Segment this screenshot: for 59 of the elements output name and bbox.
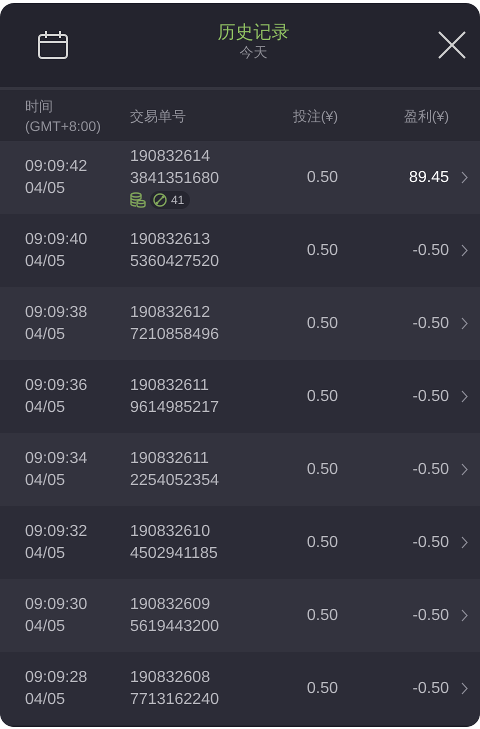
panel-title: 历史记录 [218,21,290,43]
profit-cell: 89.45 [408,168,449,186]
history-row[interactable]: 09:09:36 04/05 190832611 9614985217 0.50 -0.50 [0,360,480,433]
chevron-right-icon [461,390,468,403]
chevron-right-icon [461,171,468,184]
chevron-right-icon [461,536,468,549]
stake-cell: 0.50 [306,534,338,550]
chevron-right-icon [461,244,468,257]
column-header: 投注(¥) [292,108,338,124]
chevron-right-icon [461,609,468,622]
time-cell: 09:09:30 04/05 [25,596,88,634]
stake-cell: 0.50 [306,242,338,258]
profit-cell: -0.50 [412,460,449,478]
order-number: 190832610 4502941185 [130,522,219,564]
order-number: 190832613 5360427520 [130,230,220,272]
order-number: 190832611 9614985217 [130,376,220,418]
profit-cell: -0.50 [412,680,449,696]
stake-cell: 0.50 [306,460,338,478]
time-cell: 09:09:28 04/05 [25,668,88,708]
chevron-right-icon [461,463,468,476]
order-number: 190832614 3841351680 [130,147,220,189]
stake-cell: 0.50 [306,314,338,332]
chevron-right-icon [461,682,468,695]
history-row[interactable]: 09:09:40 04/05 190832613 5360427520 0.50 -0.50 [0,214,480,287]
stake-cell: 0.50 [306,606,338,624]
profit-cell: -0.50 [412,242,449,258]
time-cell: 09:09:38 04/05 [25,304,88,342]
history-row[interactable]: 09:09:28 04/05 190832608 7713162240 0.50 -0.50 [0,652,480,725]
order-number: 190832611 2254052354 [130,448,220,490]
column-header: 盈利(¥) [404,108,449,124]
profit-cell: -0.50 [412,534,449,550]
history-row[interactable]: 09:09:32 04/05 190832610 4502941185 0.50 -0.50 [0,506,480,579]
profit-cell: -0.50 [412,388,449,404]
profit-cell: -0.50 [412,606,449,624]
time-cell: 09:09:36 04/05 [25,376,88,416]
close-icon[interactable] [438,31,466,59]
history-row[interactable]: 09:09:34 04/05 190832611 2254052354 0.50 -0.50 [0,433,480,506]
stake-cell: 0.50 [306,680,338,696]
time-cell: 09:09:40 04/05 [25,230,88,270]
column-header: 交易单号 [130,108,186,124]
order-number: 190832609 5619443200 [130,594,220,636]
chevron-right-icon [461,317,468,330]
dial-icon [153,193,167,207]
order-number: 190832612 7210858496 [130,302,220,344]
time-cell: 09:09:42 04/05 [25,158,88,196]
stake-cell: 0.50 [306,168,338,186]
stake-cell: 0.50 [306,388,338,404]
history-row[interactable]: 09:09:38 04/05 190832612 7210858496 0.50 -0.50 [0,287,480,360]
history-row[interactable]: 09:09:30 04/05 190832609 5619443200 0.50 -0.50 [0,579,480,652]
round-badge: 41 [150,191,190,209]
time-cell: 09:09:34 04/05 [25,450,88,488]
coins-icon [130,192,146,208]
calendar-icon[interactable] [37,30,69,60]
time-cell: 09:09:32 04/05 [25,522,88,562]
column-header: 时间 (GMT+8:00) [25,98,101,134]
history-row[interactable]: 09:09:42 04/05 190832614 3841351680 41 0.50 89.45 [0,141,480,214]
profit-cell: -0.50 [412,314,449,332]
date-filter-label: 今天 [240,43,268,61]
order-number: 190832608 7713162240 [130,668,220,710]
